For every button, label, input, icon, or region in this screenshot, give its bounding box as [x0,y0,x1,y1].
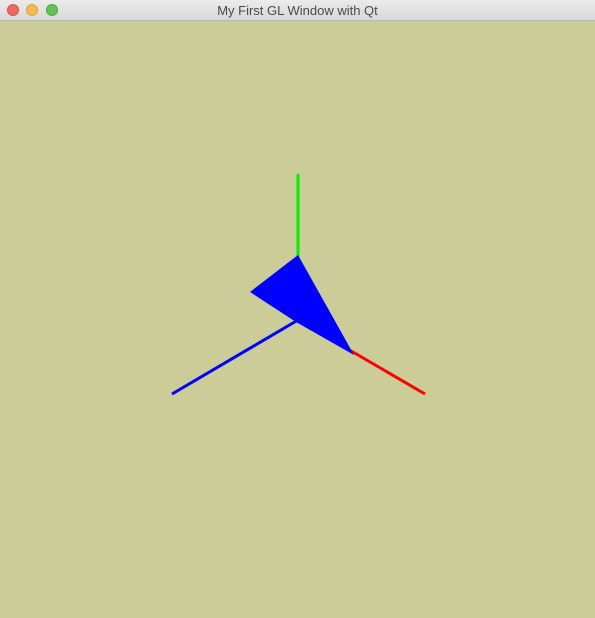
gl-viewport[interactable] [0,21,595,618]
gl-window: My First GL Window with Qt [0,0,595,618]
window-title: My First GL Window with Qt [217,3,378,18]
title-bar[interactable]: My First GL Window with Qt [0,0,595,21]
z-axis [171,318,299,396]
gl-scene [171,174,426,396]
